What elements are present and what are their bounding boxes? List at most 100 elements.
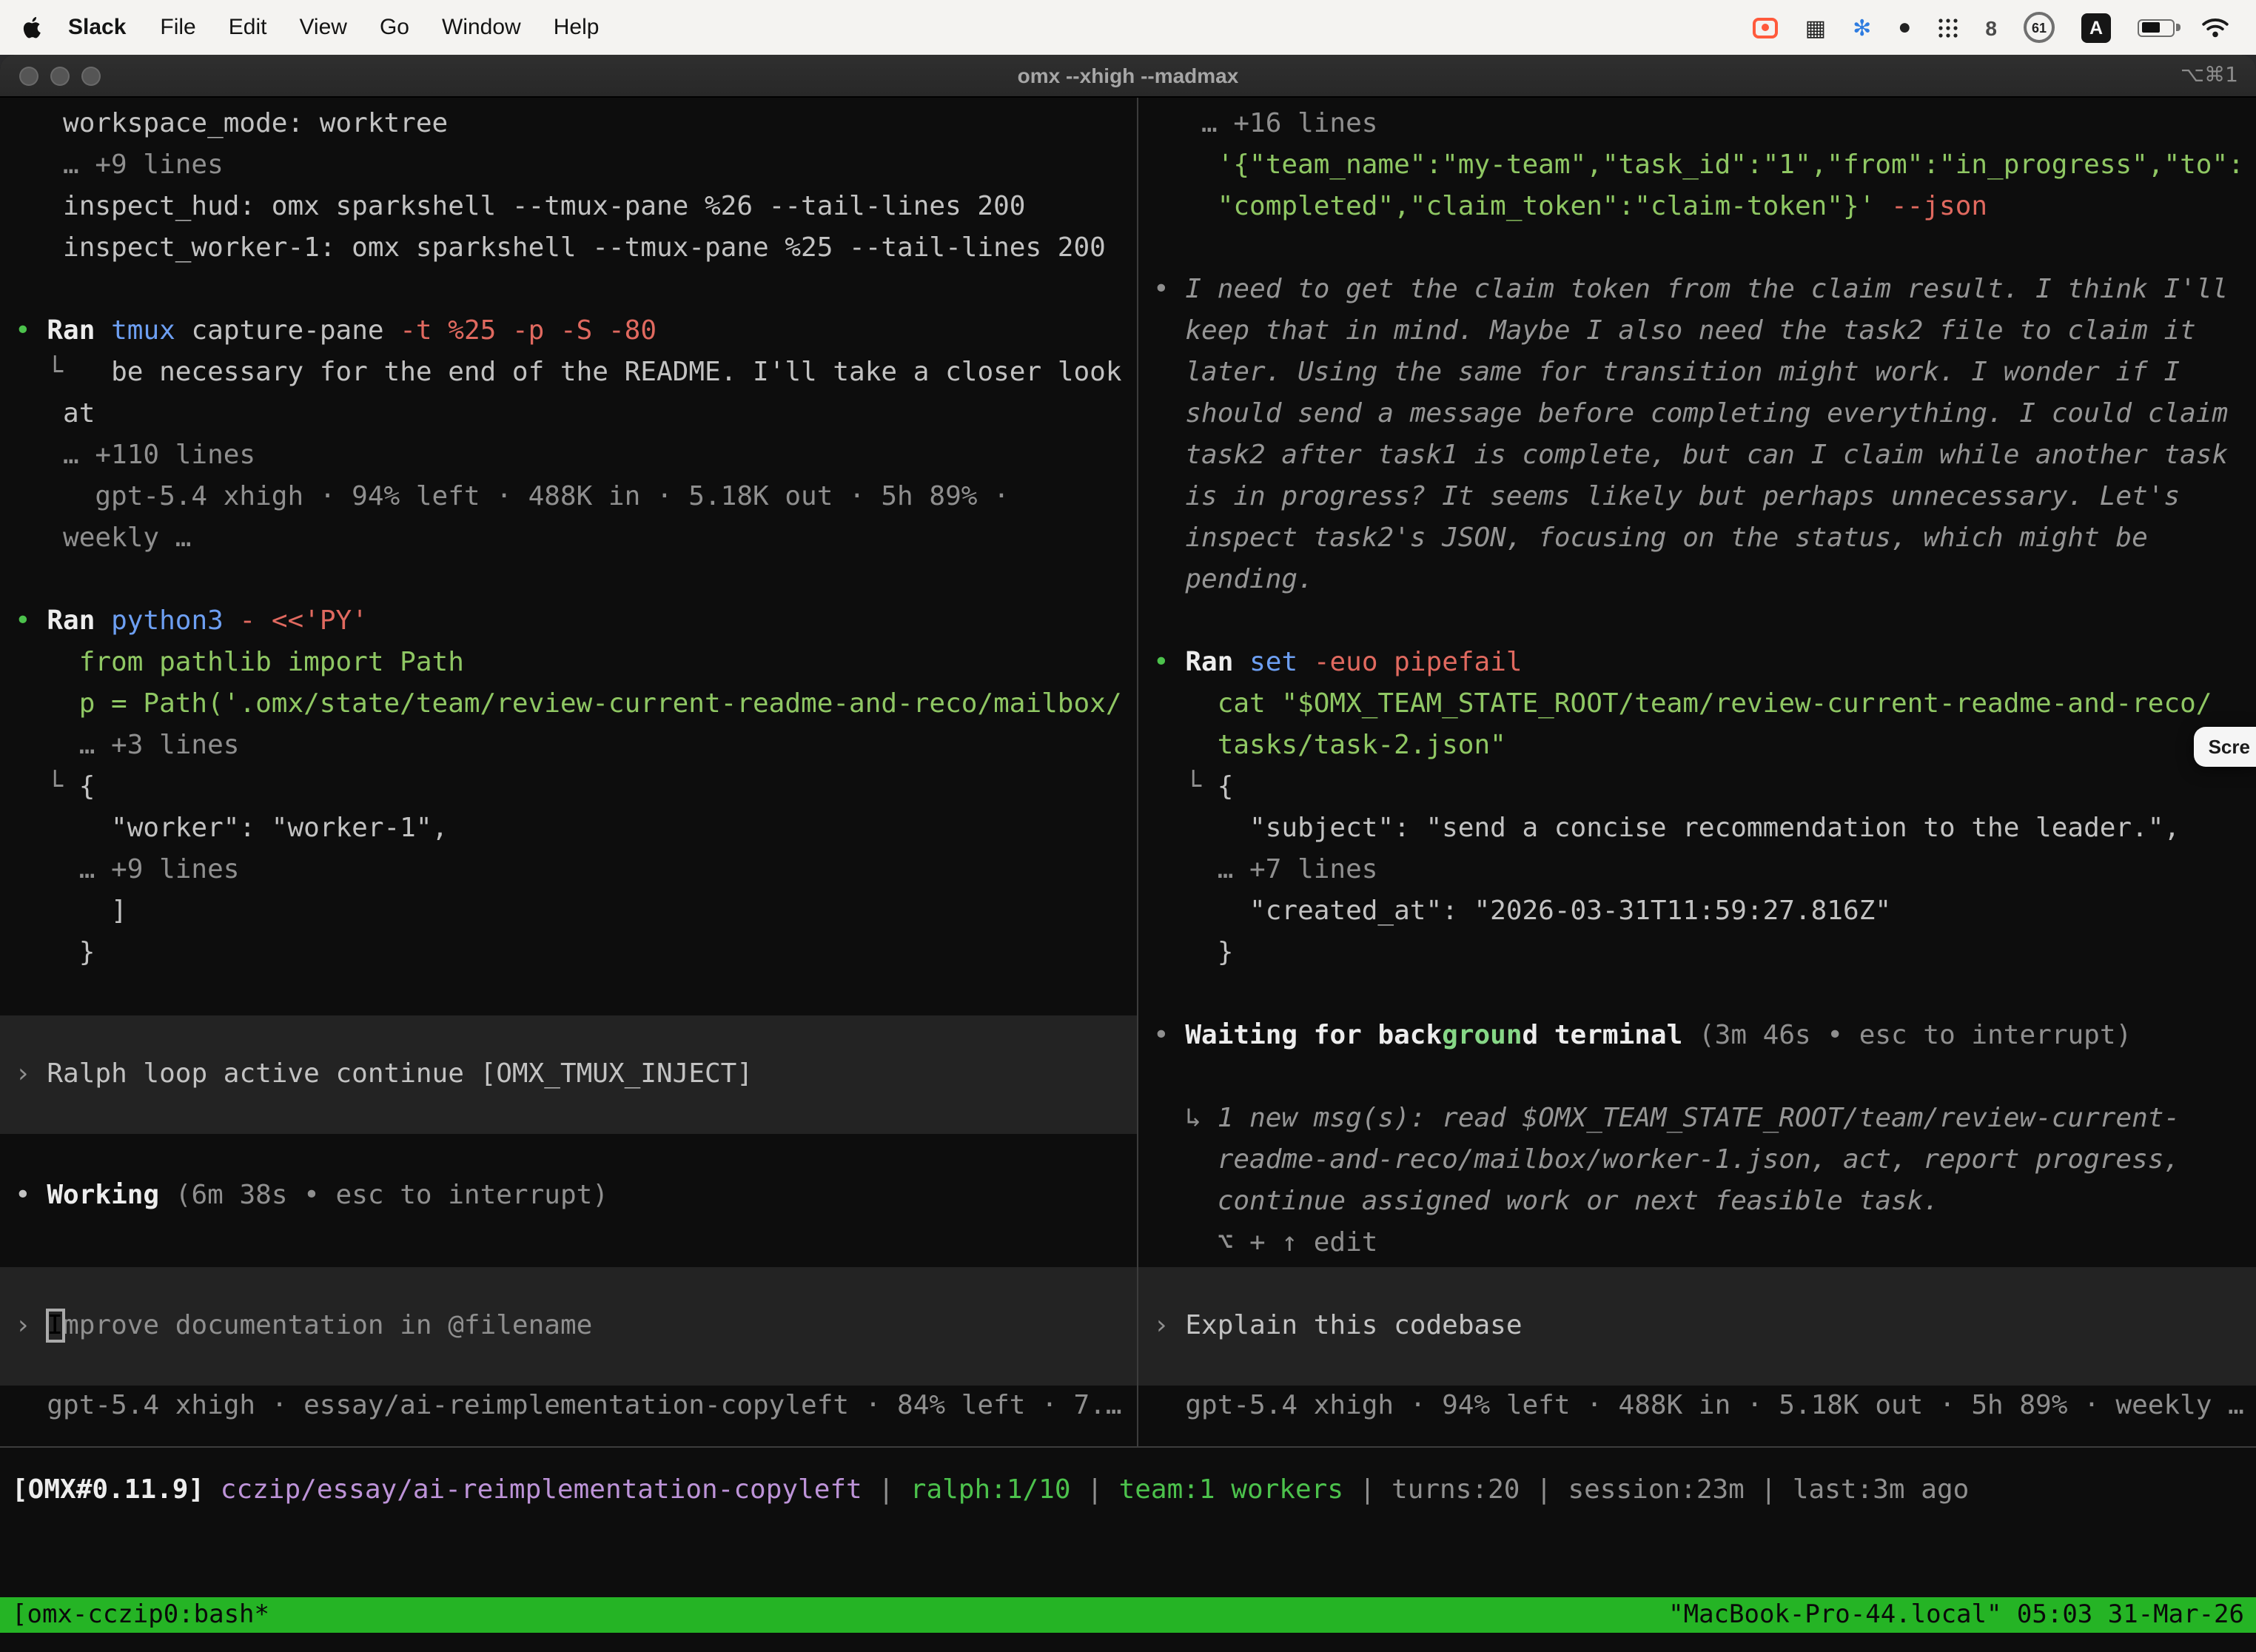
terminal-line: › Explain this codebase bbox=[1153, 1306, 2241, 1347]
terminal-line: ⌥ + ↑ edit bbox=[1153, 1223, 2241, 1264]
menubar-status-icons: ▦ ✻ ● 8 61 A bbox=[1753, 12, 2235, 43]
terminal-line bbox=[1153, 601, 2241, 642]
terminal-line: "completed","claim_token":"claim-token"}… bbox=[1153, 187, 2241, 228]
screen: Slack File Edit View Go Window Help ▦ ✻ ● 8 6… bbox=[0, 0, 2256, 1652]
terminal-line: └ be necessary for the end of the README… bbox=[15, 352, 1122, 394]
terminal-line: › Improve documentation in @filename bbox=[15, 1306, 1122, 1347]
terminal-line: ] bbox=[15, 891, 1122, 933]
terminal-line bbox=[15, 1134, 1122, 1175]
battery-tip bbox=[2176, 24, 2180, 31]
omx-status-line: [OMX#0.11.9] cczip/essay/ai-reimplementa… bbox=[0, 1448, 2256, 1511]
terminal-line: workspace_mode: worktree bbox=[15, 104, 1122, 145]
terminal-line: … +3 lines bbox=[15, 725, 1122, 767]
terminal-line: gpt-5.4 xhigh · essay/ai-reimplementatio… bbox=[15, 1386, 1137, 1427]
circle-icon[interactable]: ● bbox=[1898, 15, 1911, 40]
screen-record-icon[interactable] bbox=[1753, 17, 1779, 38]
terminal-line bbox=[15, 269, 1122, 311]
terminal-line: • Ran set -euo pipefail bbox=[1153, 642, 2241, 684]
terminal-line: ↳ 1 new msg(s): read $OMX_TEAM_STATE_ROO… bbox=[1153, 1098, 2241, 1140]
grid-icon[interactable]: ▦ bbox=[1805, 14, 1826, 41]
terminal-output-right: … +16 lines '{"team_name":"my-team","tas… bbox=[1138, 98, 2256, 1264]
terminal-line: • I need to get the claim token from the… bbox=[1153, 269, 2241, 311]
terminal-line: • Ran tmux capture-pane -t %25 -p -S -80 bbox=[15, 311, 1122, 352]
terminal-line: cat "$OMX_TEAM_STATE_ROOT/team/review-cu… bbox=[1153, 684, 2241, 725]
terminal-line: should send a message before completing … bbox=[1153, 394, 2241, 435]
terminal-line: • Ran python3 - <<'PY' bbox=[15, 601, 1122, 642]
terminal-line: … +9 lines bbox=[15, 145, 1122, 187]
terminal-line: inspect_worker-1: omx sparkshell --tmux-… bbox=[15, 228, 1122, 269]
terminal-line: task2 after task1 is complete, but can I… bbox=[1153, 435, 2241, 477]
menu-item-edit[interactable]: Edit bbox=[229, 15, 267, 40]
terminal-line: weekly … bbox=[15, 518, 1122, 560]
terminal-line: gpt-5.4 xhigh · 94% left · 488K in · 5.1… bbox=[1153, 1386, 2256, 1427]
terminal-line: keep that in mind. Maybe I also need the… bbox=[1153, 311, 2241, 352]
battery-icon[interactable] bbox=[2138, 19, 2175, 36]
tab-shortcut-badge: ⌥⌘1 bbox=[2181, 64, 2238, 87]
record-dot-icon bbox=[1762, 24, 1770, 31]
menu-item-file[interactable]: File bbox=[160, 15, 195, 40]
prompt-input-right[interactable]: › Explain this codebase bbox=[1138, 1267, 2256, 1386]
terminal-line: continue assigned work or next feasible … bbox=[1153, 1181, 2241, 1223]
terminal-line: later. Using the same for transition mig… bbox=[1153, 352, 2241, 394]
terminal-line: } bbox=[1153, 933, 2241, 974]
sparkle-icon[interactable]: ✻ bbox=[1853, 14, 1871, 41]
terminal-line: '{"team_name":"my-team","task_id":"1","f… bbox=[1153, 145, 2241, 187]
terminal-line: [OMX#0.11.9] cczip/essay/ai-reimplementa… bbox=[12, 1470, 2244, 1511]
menu-item-help[interactable]: Help bbox=[554, 15, 600, 40]
tmux-panes: workspace_mode: worktree … +9 lines insp… bbox=[0, 98, 2256, 1446]
zoom-button[interactable] bbox=[81, 67, 101, 86]
model-status-left: gpt-5.4 xhigh · essay/ai-reimplementatio… bbox=[15, 1386, 1137, 1427]
terminal-line bbox=[15, 560, 1122, 601]
terminal-line bbox=[15, 974, 1122, 1015]
terminal-line: inspect_hud: omx sparkshell --tmux-pane … bbox=[15, 187, 1122, 228]
traffic-lights bbox=[19, 67, 101, 86]
terminal-line bbox=[1153, 1057, 2241, 1098]
omx-status-pane: [OMX#0.11.9] cczip/essay/ai-reimplementa… bbox=[0, 1448, 2256, 1597]
menu-item-go[interactable]: Go bbox=[380, 15, 409, 40]
window-titlebar[interactable]: omx --xhigh --madmax ⌥⌘1 bbox=[0, 55, 2256, 98]
tmux-status-bar: [omx-cczip0:bash* "MacBook-Pro-44.local"… bbox=[0, 1597, 2256, 1633]
apple-menu-icon[interactable] bbox=[21, 15, 44, 40]
terminal-line: inspect task2's JSON, focusing on the st… bbox=[1153, 518, 2241, 560]
terminal-line: • Working (6m 38s • esc to interrupt) bbox=[15, 1175, 1122, 1217]
terminal-line: "subject": "send a concise recommendatio… bbox=[1153, 808, 2241, 850]
battery-ring-percent: 61 bbox=[2032, 20, 2047, 35]
terminal-line: from pathlib import Path bbox=[15, 642, 1122, 684]
terminal-line: at bbox=[15, 394, 1122, 435]
model-status-right: gpt-5.4 xhigh · 94% left · 488K in · 5.1… bbox=[1153, 1386, 2256, 1427]
terminal-output-left-bottom: • Working (6m 38s • esc to interrupt) bbox=[0, 1134, 1137, 1217]
terminal-line: pending. bbox=[1153, 560, 2241, 601]
terminal-line: "created_at": "2026-03-31T11:59:27.816Z" bbox=[1153, 891, 2241, 933]
tmux-session-label: [omx-cczip0:bash* bbox=[12, 1597, 269, 1633]
terminal-line: • Waiting for background terminal (3m 46… bbox=[1153, 1015, 2241, 1057]
terminal-line: } bbox=[15, 933, 1122, 974]
menu-item-view[interactable]: View bbox=[299, 15, 347, 40]
macos-menu-bar: Slack File Edit View Go Window Help ▦ ✻ ● 8 6… bbox=[0, 0, 2256, 55]
battery-ring-icon[interactable]: 61 bbox=[2024, 12, 2055, 43]
menu-item-window[interactable]: Window bbox=[442, 15, 521, 40]
app-menu-slack[interactable]: Slack bbox=[68, 15, 126, 40]
minimize-button[interactable] bbox=[50, 67, 70, 86]
screen-popover[interactable]: Scre bbox=[2194, 727, 2256, 767]
terminal-line: tasks/task-2.json" bbox=[1153, 725, 2241, 767]
terminal-line bbox=[1153, 974, 2241, 1015]
battery-fill bbox=[2141, 22, 2159, 33]
terminal-line: … +110 lines bbox=[15, 435, 1122, 477]
dots-grid-icon[interactable] bbox=[1938, 17, 1958, 38]
tmux-pane-right[interactable]: … +16 lines '{"team_name":"my-team","tas… bbox=[1138, 98, 2256, 1446]
wifi-icon[interactable] bbox=[2201, 16, 2229, 38]
tmux-pane-left[interactable]: workspace_mode: worktree … +9 lines insp… bbox=[0, 98, 1138, 1446]
close-button[interactable] bbox=[19, 67, 38, 86]
window-title: omx --xhigh --madmax bbox=[1018, 64, 1239, 87]
ghost-icon[interactable]: 8 bbox=[1985, 16, 1997, 39]
input-source-icon[interactable]: A bbox=[2081, 13, 2111, 42]
terminal-output-left: workspace_mode: worktree … +9 lines insp… bbox=[0, 98, 1137, 1015]
menu-items: File Edit View Go Window Help bbox=[144, 15, 615, 40]
tmux-host-clock: "MacBook-Pro-44.local" 05:03 31-Mar-26 bbox=[1668, 1597, 2244, 1633]
terminal-line: "worker": "worker-1", bbox=[15, 808, 1122, 850]
terminal-line: p = Path('.omx/state/team/review-current… bbox=[15, 684, 1122, 725]
terminal-line bbox=[1153, 228, 2241, 269]
prompt-input-left[interactable]: › Improve documentation in @filename bbox=[0, 1267, 1137, 1386]
terminal-line: └ { bbox=[15, 767, 1122, 808]
terminal-line: is in progress? It seems likely but perh… bbox=[1153, 477, 2241, 518]
